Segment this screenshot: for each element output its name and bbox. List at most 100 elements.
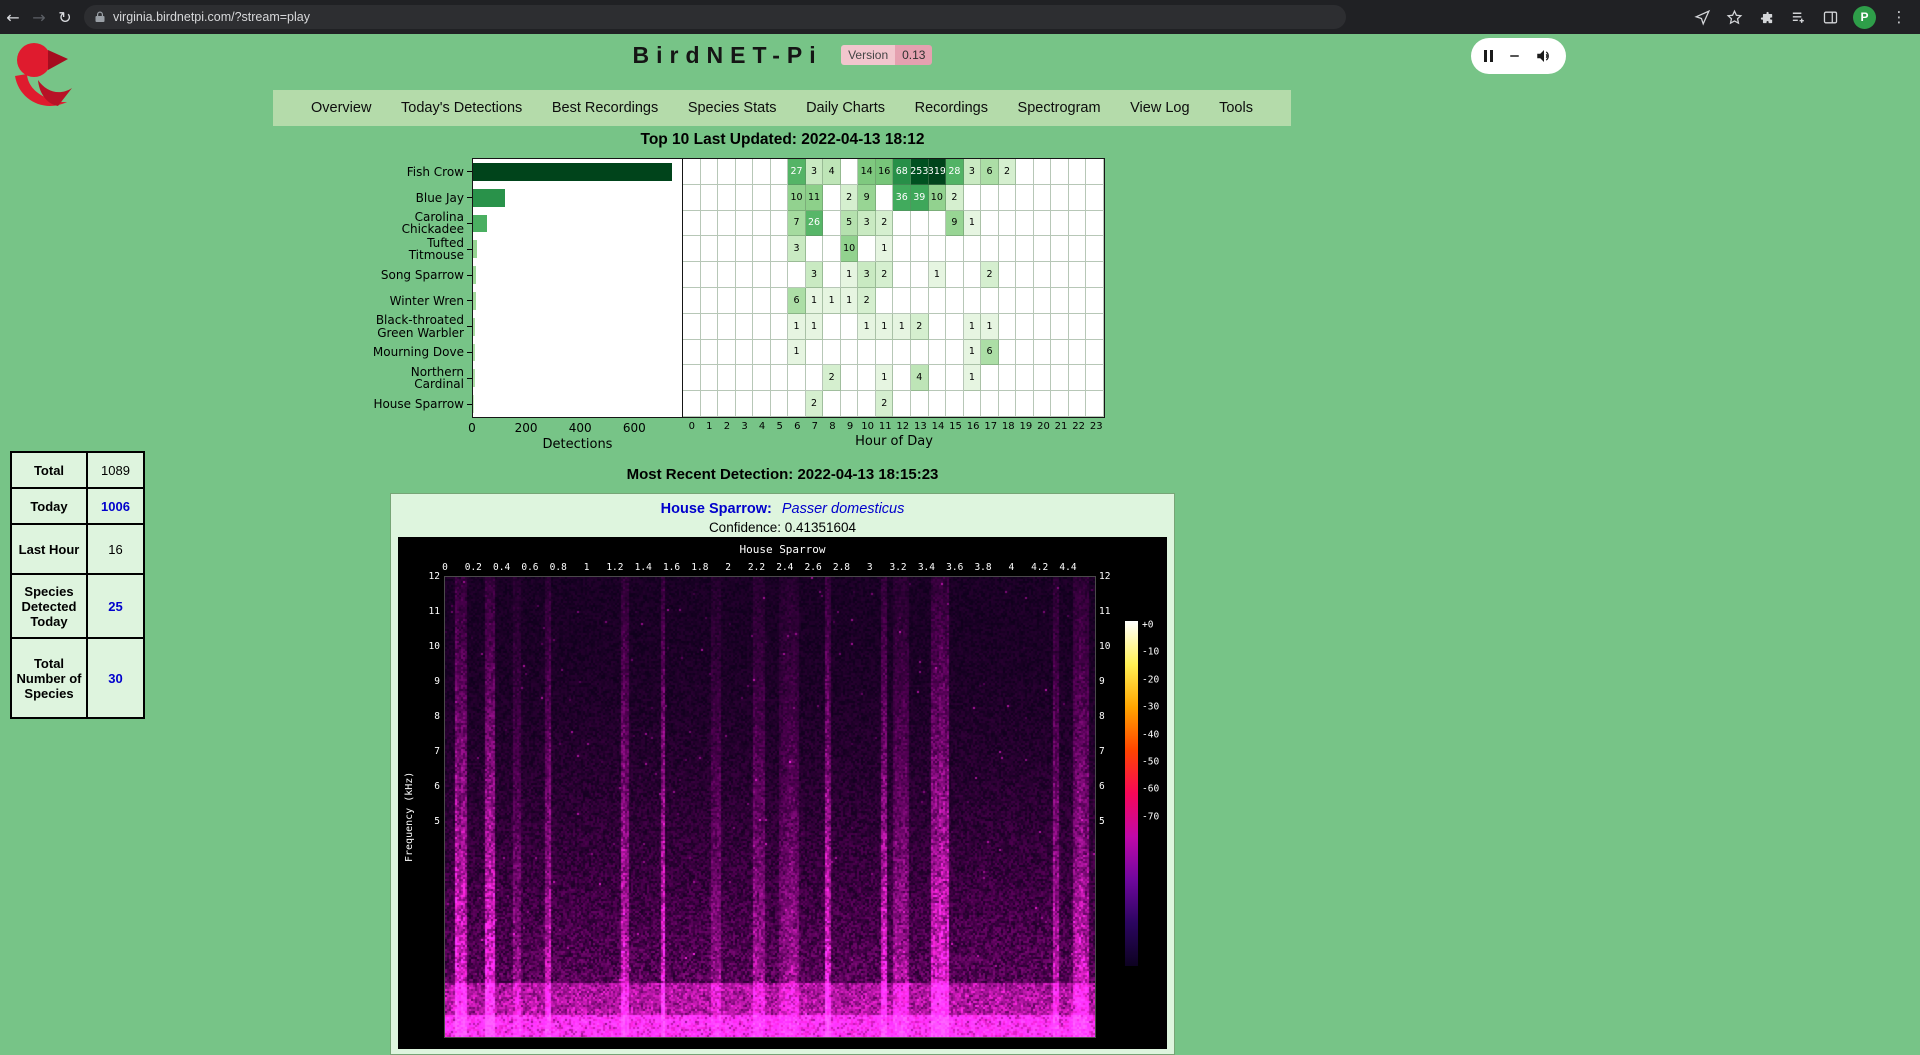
url-text: virginia.birdnetpi.com/?stream=play <box>113 10 310 24</box>
detection-title: House Sparrow: Passer domesticus <box>391 501 1174 517</box>
heat-cell <box>823 185 841 211</box>
nav-spectrogram[interactable]: Spectrogram <box>1018 100 1101 116</box>
colorbar-tick: -60 <box>1142 784 1159 795</box>
stat-value-today[interactable]: 1006 <box>87 488 144 524</box>
forward-button[interactable]: → <box>26 8 52 27</box>
detections-bar-row <box>473 288 682 314</box>
nav-todays-detections[interactable]: Today's Detections <box>401 100 522 116</box>
heat-cell <box>876 288 894 314</box>
nav-recordings[interactable]: Recordings <box>915 100 988 116</box>
heat-cell <box>736 391 754 417</box>
heat-cell <box>1016 262 1034 288</box>
heat-cell: 1 <box>788 340 806 366</box>
nav-tools[interactable]: Tools <box>1219 100 1253 116</box>
seek-dash-icon[interactable] <box>1510 55 1519 57</box>
detections-bar <box>473 292 476 310</box>
stat-value-total-species[interactable]: 30 <box>87 638 144 718</box>
heat-cell <box>771 365 789 391</box>
extensions-puzzle-icon[interactable] <box>1757 8 1775 26</box>
heat-cell: 1 <box>841 262 859 288</box>
reload-button[interactable]: ↻ <box>52 8 78 27</box>
table-row: Total Number of Species 30 <box>11 638 144 718</box>
side-panel-icon[interactable] <box>1821 8 1839 26</box>
browser-menu-kebab-icon[interactable]: ⋮ <box>1890 8 1908 26</box>
hour-axis-tick: 16 <box>964 421 982 432</box>
heat-cell: 16 <box>876 159 894 185</box>
heat-cell <box>736 262 754 288</box>
heat-cell <box>771 314 789 340</box>
top10-chart: Fish CrowBlue JayCarolina ChickadeeTufte… <box>370 158 1105 458</box>
heat-cell <box>946 340 964 366</box>
nav-overview[interactable]: Overview <box>311 100 371 116</box>
bookmark-star-icon[interactable] <box>1725 8 1743 26</box>
heat-cell <box>929 211 947 237</box>
heat-cell <box>964 236 982 262</box>
heat-cell: 4 <box>823 159 841 185</box>
heat-cell <box>911 262 929 288</box>
heat-cell <box>858 391 876 417</box>
heat-cell: 9 <box>858 185 876 211</box>
heat-cell: 1 <box>823 288 841 314</box>
url-bar[interactable]: virginia.birdnetpi.com/?stream=play <box>84 5 1346 29</box>
colorbar-tick: -10 <box>1142 647 1159 658</box>
pause-button[interactable] <box>1484 50 1493 62</box>
heat-cell: 3 <box>788 236 806 262</box>
heat-cell <box>753 314 771 340</box>
heat-cell: 1 <box>964 340 982 366</box>
volume-icon[interactable] <box>1535 48 1553 64</box>
spectrogram-x-tick: 3.4 <box>918 562 935 573</box>
spectrogram-y-tick: 10 <box>420 641 440 652</box>
hour-axis-tick: 19 <box>1017 421 1035 432</box>
heat-cell <box>753 340 771 366</box>
spectrogram-x-tick: 0 <box>442 562 448 573</box>
heat-cell <box>1034 340 1052 366</box>
heat-cell <box>1034 288 1052 314</box>
heat-cell <box>718 340 736 366</box>
heat-cell <box>701 236 719 262</box>
heat-cell <box>946 288 964 314</box>
spectrogram-x-tick: 4.2 <box>1031 562 1048 573</box>
heat-cell <box>753 262 771 288</box>
colorbar-tick: -70 <box>1142 811 1159 822</box>
detections-bar-row <box>473 262 682 288</box>
heat-cell <box>981 211 999 237</box>
hour-axis-tick: 18 <box>1000 421 1018 432</box>
heat-cell <box>1051 365 1069 391</box>
heat-cell: 3 <box>858 262 876 288</box>
heat-cell <box>929 340 947 366</box>
species-label: Mourning Dove <box>370 340 472 366</box>
reading-list-icon[interactable] <box>1789 8 1807 26</box>
heat-cell <box>823 236 841 262</box>
nav-daily-charts[interactable]: Daily Charts <box>806 100 885 116</box>
heat-cell: 6 <box>788 288 806 314</box>
heat-cell <box>701 391 719 417</box>
spectrogram-y-axis-label: Frequency (kHz) <box>404 772 415 862</box>
hour-axis-tick: 3 <box>736 421 754 432</box>
detection-scientific-name-link[interactable]: Passer domesticus <box>782 501 905 517</box>
heat-cell <box>929 236 947 262</box>
heat-cell <box>981 185 999 211</box>
heat-cell <box>1069 365 1087 391</box>
heat-cell <box>911 340 929 366</box>
heat-cell: 1 <box>964 314 982 340</box>
spectrogram-x-tick: 1.8 <box>691 562 708 573</box>
heat-cell <box>1086 185 1104 211</box>
nav-view-log[interactable]: View Log <box>1130 100 1189 116</box>
spectrogram-x-tick: 2.8 <box>833 562 850 573</box>
profile-avatar[interactable]: P <box>1853 6 1876 29</box>
heat-cell <box>1051 314 1069 340</box>
heat-cell: 1 <box>964 365 982 391</box>
back-button[interactable]: ← <box>0 8 26 27</box>
detection-common-name-link[interactable]: House Sparrow: <box>661 501 772 517</box>
main-nav: Overview Today's Detections Best Recordi… <box>273 90 1291 126</box>
heat-cell <box>929 391 947 417</box>
heat-cell <box>841 391 859 417</box>
nav-best-recordings[interactable]: Best Recordings <box>552 100 658 116</box>
heat-cell: 2 <box>876 211 894 237</box>
spectrogram-y-tick: 10 <box>1099 641 1119 652</box>
hour-axis-tick: 6 <box>789 421 807 432</box>
heat-cell <box>1069 391 1087 417</box>
stat-value-species-today[interactable]: 25 <box>87 574 144 638</box>
send-icon[interactable] <box>1693 8 1711 26</box>
nav-species-stats[interactable]: Species Stats <box>688 100 777 116</box>
